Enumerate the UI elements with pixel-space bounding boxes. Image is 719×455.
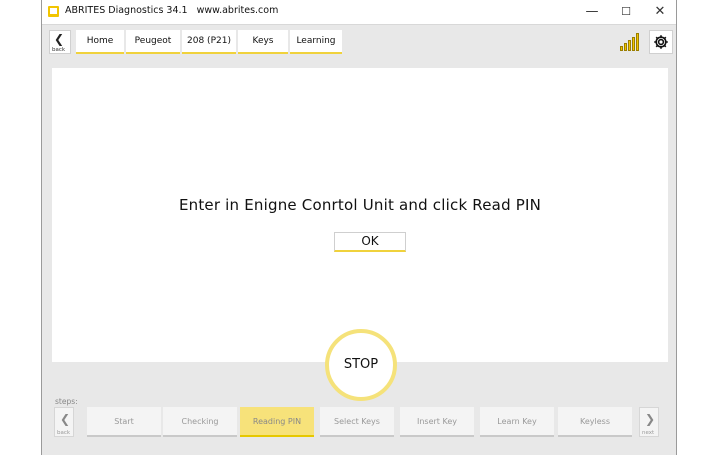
breadcrumb-keys[interactable]: Keys (238, 30, 288, 54)
gear-icon (654, 35, 668, 49)
breadcrumb-model[interactable]: 208 (P21) (182, 30, 236, 54)
step-reading-pin: Reading PIN (240, 407, 314, 437)
breadcrumb-make[interactable]: Peugeot (126, 30, 180, 54)
nav-back-label: back (52, 47, 66, 53)
window-title: ABRITES Diagnostics 34.1 www.abrites.com (65, 5, 278, 16)
step-start: Start (87, 407, 161, 437)
chevron-left-icon: ❮ (54, 32, 65, 46)
steps-next-button[interactable]: ❯ next (639, 407, 659, 437)
chevron-right-icon: ❯ (645, 412, 656, 426)
nav-back-button[interactable]: ❮ back (49, 30, 71, 54)
navigation-bar: ❮ back Home Peugeot 208 (P21) Keys Learn… (42, 24, 676, 58)
ok-button[interactable]: OK (334, 232, 406, 252)
content-frame: Enter in Enigne Conrtol Unit and click R… (42, 58, 676, 364)
chevron-left-icon: ❮ (60, 412, 71, 426)
app-name: ABRITES Diagnostics 34.1 (65, 5, 188, 16)
settings-button[interactable] (649, 30, 673, 54)
steps-back-label: back (57, 430, 71, 436)
step-keyless: Keyless (558, 407, 632, 437)
title-bar: ABRITES Diagnostics 34.1 www.abrites.com… (42, 0, 676, 24)
steps-back-button[interactable]: ❮ back (54, 407, 74, 437)
minimize-button[interactable]: — (575, 1, 609, 23)
content-panel: Enter in Enigne Conrtol Unit and click R… (52, 68, 668, 362)
breadcrumb-home[interactable]: Home (76, 30, 124, 54)
step-select-keys: Select Keys (320, 407, 394, 437)
steps-next-label: next (642, 430, 655, 436)
steps-label: steps: (55, 397, 78, 406)
step-insert-key: Insert Key (400, 407, 474, 437)
app-window: ABRITES Diagnostics 34.1 www.abrites.com… (41, 0, 677, 455)
step-learn-key: Learn Key (480, 407, 554, 437)
close-button[interactable]: ✕ (643, 1, 677, 23)
app-url: www.abrites.com (196, 5, 279, 16)
signal-bars-icon (620, 33, 642, 51)
breadcrumb-learning[interactable]: Learning (290, 30, 342, 54)
stop-button[interactable]: STOP (325, 329, 397, 401)
abrites-logo-icon (48, 6, 59, 17)
instruction-message: Enter in Enigne Conrtol Unit and click R… (178, 196, 542, 214)
maximize-button[interactable]: ☐ (609, 1, 643, 23)
step-checking: Checking (163, 407, 237, 437)
